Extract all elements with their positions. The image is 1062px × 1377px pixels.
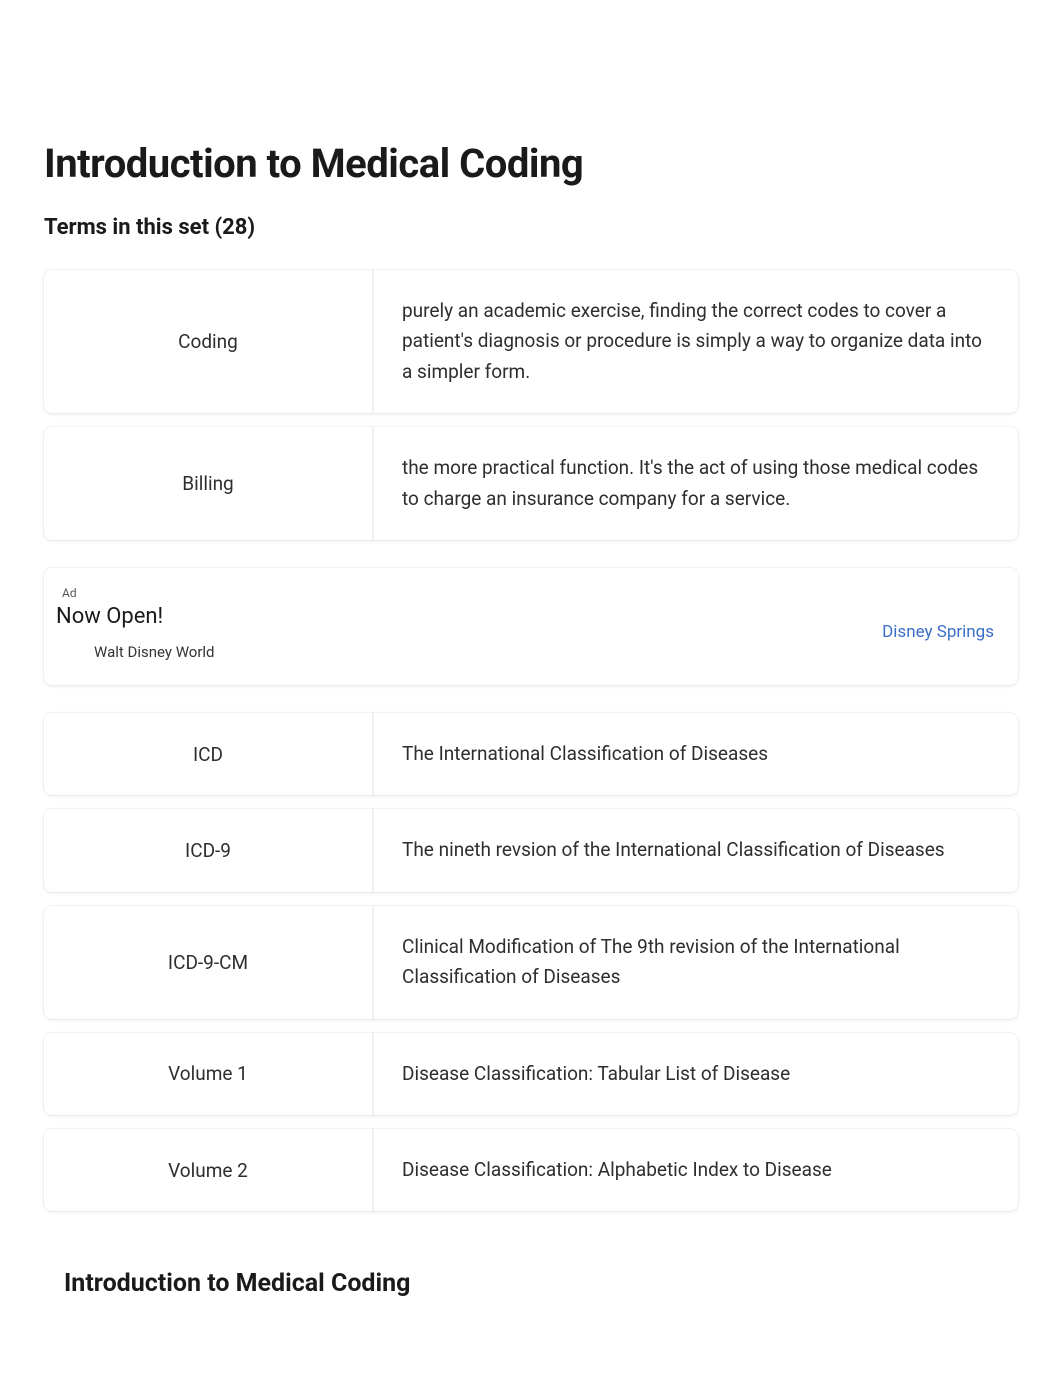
flashcard-term: Volume 1 [44, 1033, 374, 1115]
flashcard-term: ICD [44, 713, 374, 795]
flashcard-definition: The International Classification of Dise… [374, 713, 1018, 795]
flashcard[interactable]: Volume 1 Disease Classification: Tabular… [44, 1033, 1018, 1115]
flashcard-definition: The nineth revsion of the International … [374, 809, 1018, 891]
ad-content: Ad Now Open! Walt Disney World [62, 586, 215, 661]
flashcard[interactable]: ICD-9-CM Clinical Modification of The 9t… [44, 906, 1018, 1019]
terms-count-subtitle: Terms in this set (28) [44, 215, 1018, 240]
flashcard-term: Volume 2 [44, 1129, 374, 1211]
flashcard-term: Billing [44, 427, 374, 540]
flashcard-term: ICD-9-CM [44, 906, 374, 1019]
set-title-footer: Introduction to Medical Coding [64, 1269, 1018, 1298]
ad-link[interactable]: Disney Springs [882, 622, 994, 642]
flashcard[interactable]: Volume 2 Disease Classification: Alphabe… [44, 1129, 1018, 1211]
flashcard-definition: Clinical Modification of The 9th revisio… [374, 906, 1018, 1019]
flashcard-definition: purely an academic exercise, finding the… [374, 270, 1018, 413]
flashcard[interactable]: ICD-9 The nineth revsion of the Internat… [44, 809, 1018, 891]
flashcard[interactable]: ICD The International Classification of … [44, 713, 1018, 795]
flashcard-definition: Disease Classification: Alphabetic Index… [374, 1129, 1018, 1211]
flashcard-definition: Disease Classification: Tabular List of … [374, 1033, 1018, 1115]
page-title: Introduction to Medical Coding [44, 140, 1018, 187]
ad-subtext: Walt Disney World [94, 643, 215, 661]
ad-headline: Now Open! [56, 604, 215, 629]
flashcard-term: ICD-9 [44, 809, 374, 891]
ad-label: Ad [62, 586, 215, 600]
flashcard-list: Coding purely an academic exercise, find… [44, 270, 1018, 1211]
ad-banner[interactable]: Ad Now Open! Walt Disney World Disney Sp… [44, 568, 1018, 685]
flashcard[interactable]: Coding purely an academic exercise, find… [44, 270, 1018, 413]
flashcard[interactable]: Billing the more practical function. It'… [44, 427, 1018, 540]
flashcard-definition: the more practical function. It's the ac… [374, 427, 1018, 540]
flashcard-term: Coding [44, 270, 374, 413]
